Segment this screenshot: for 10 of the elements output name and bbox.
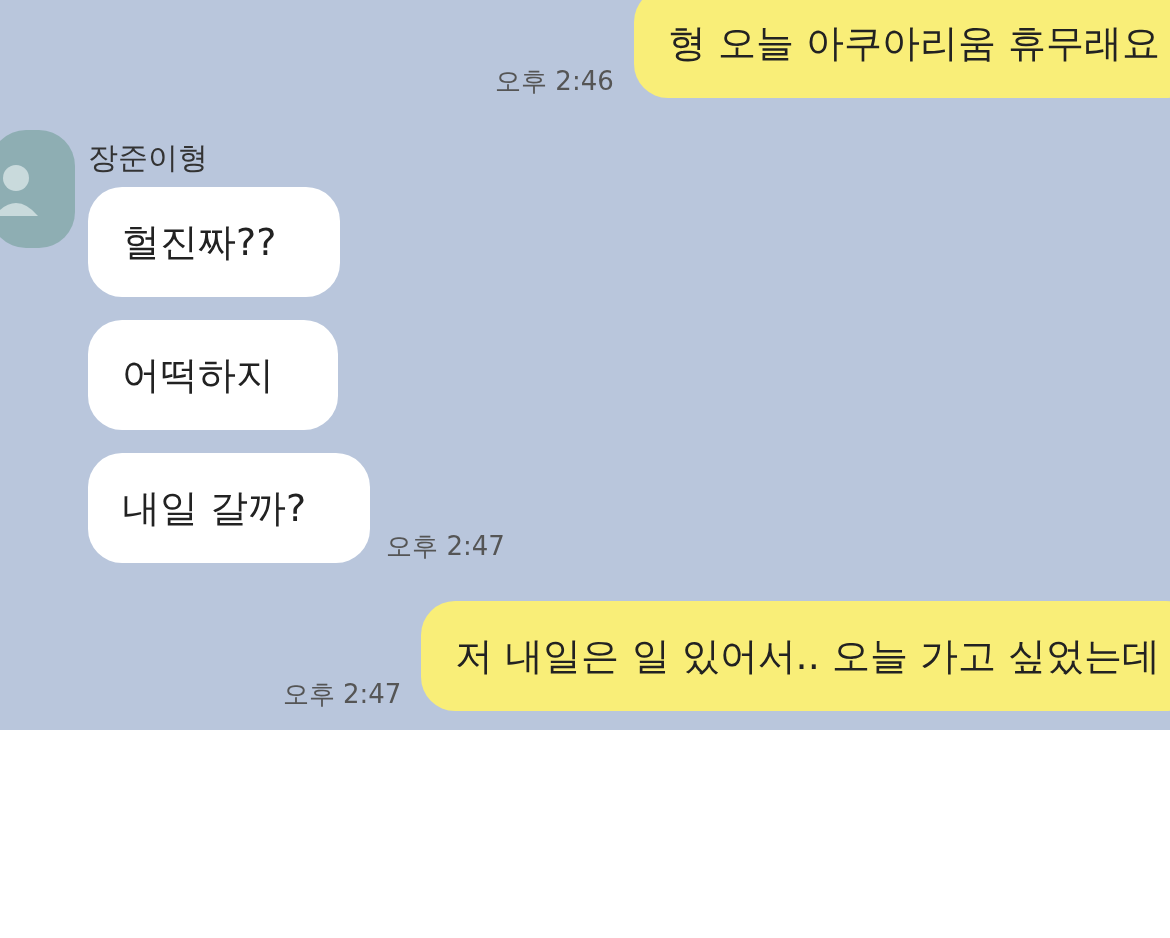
timestamp: 오후 2:47 <box>386 531 505 561</box>
timestamp: 오후 2:47 <box>282 679 402 709</box>
message-bubble: 내일 갈까? <box>88 453 371 563</box>
message-bubble: 어떡하지 <box>88 320 338 430</box>
sender-name: 장준이형 <box>88 140 209 176</box>
message-bubble: 헐진짜?? <box>88 187 341 297</box>
message-bubble: 저 내일은 일 있어서.. 오늘 가고 싶었는데 <box>421 601 1170 711</box>
avatar-icon[interactable] <box>0 130 75 248</box>
timestamp: 오후 2:46 <box>495 66 614 96</box>
message-bubble: 형 오늘 아쿠아리움 휴무래요 <box>633 0 1170 98</box>
